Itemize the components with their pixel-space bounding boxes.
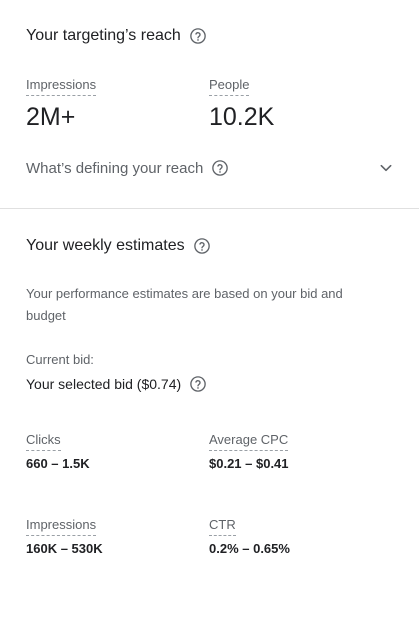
ctr-metric: CTR 0.2% – 0.65% [209, 516, 290, 558]
ctr-value: 0.2% – 0.65% [209, 541, 290, 556]
average-cpc-metric: Average CPC $0.21 – $0.41 [209, 431, 289, 473]
reach-impressions-value: 2M+ [26, 103, 76, 131]
current-bid-value: Your selected bid ($0.74) [26, 376, 182, 392]
impressions-label[interactable]: Impressions [26, 517, 97, 536]
reach-defining-expander[interactable]: What’s defining your reach [26, 158, 396, 178]
reach-impressions-metric: Impressions 2M+ [26, 76, 97, 132]
clicks-label[interactable]: Clicks [26, 432, 61, 451]
reach-section: Your targeting’s reach Impressions 2M+ P… [0, 0, 419, 209]
reach-title: Your targeting’s reach [26, 27, 181, 44]
impressions-value: 160K – 530K [26, 541, 103, 556]
reach-impressions-label[interactable]: Impressions [26, 77, 97, 96]
help-circle-icon[interactable] [189, 375, 207, 393]
estimates-title-row: Your weekly estimates [26, 236, 211, 256]
reach-title-row: Your targeting’s reach [26, 26, 207, 46]
current-bid-label: Current bid: [26, 352, 94, 367]
chevron-down-icon[interactable] [376, 158, 396, 178]
clicks-value: 660 – 1.5K [26, 456, 90, 471]
weekly-estimates-section: Your weekly estimates Your performance e… [0, 209, 419, 625]
reach-people-metric: People 10.2K [209, 76, 274, 132]
help-circle-icon[interactable] [211, 159, 229, 177]
impressions-metric: Impressions 160K – 530K [26, 516, 103, 558]
help-circle-icon[interactable] [193, 237, 211, 255]
clicks-metric: Clicks 660 – 1.5K [26, 431, 90, 473]
help-circle-icon[interactable] [189, 27, 207, 45]
estimates-title: Your weekly estimates [26, 237, 185, 254]
average-cpc-label[interactable]: Average CPC [209, 432, 289, 451]
current-bid-row: Your selected bid ($0.74) [26, 374, 207, 394]
ctr-label[interactable]: CTR [209, 517, 236, 536]
average-cpc-value: $0.21 – $0.41 [209, 456, 289, 471]
reach-defining-label: What’s defining your reach [26, 159, 204, 177]
estimates-panel: Your targeting’s reach Impressions 2M+ P… [0, 0, 419, 625]
reach-people-label[interactable]: People [209, 77, 250, 96]
estimates-description: Your performance estimates are based on … [26, 286, 343, 323]
reach-people-value: 10.2K [209, 103, 275, 131]
